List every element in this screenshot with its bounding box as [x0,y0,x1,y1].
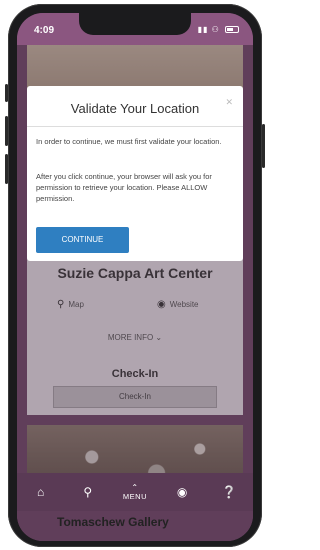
modal-paragraph-2: After you click continue, your browser w… [36,172,212,203]
close-icon[interactable]: ✕ [225,97,233,108]
status-bar: 4:09 ▮▮ ⚇ [17,13,253,45]
status-time: 4:09 [34,25,55,36]
home-icon[interactable]: ⌂ [22,485,60,499]
continue-button[interactable]: CONTINUE [36,227,129,253]
chevron-up-icon: ⌃ [131,483,139,492]
location-modal: Validate Your Location ✕ In order to con… [27,86,243,261]
volume-down-button [5,154,8,184]
phone-screen: 4:09 ▮▮ ⚇ Suzie Cappa Art Center ⚲ Map ◉ W… [17,13,253,541]
bottom-nav: ⌂ ⚲ ⌃ MENU ◉ ❔ [17,473,253,511]
modal-paragraph-1: In order to continue, we must first vali… [36,137,222,146]
signal-wifi-icon: ▮▮ ⚇ [197,25,220,34]
volume-up-button [5,116,8,146]
next-venue-title: Tomaschew Gallery [57,515,169,529]
page-content: Suzie Cappa Art Center ⚲ Map ◉ Website MOR… [17,45,253,541]
power-button [262,124,265,168]
location-pin-icon[interactable]: ⚲ [69,485,107,499]
battery-icon [225,26,239,34]
status-icons: ▮▮ ⚇ [198,25,239,34]
modal-divider [27,126,243,127]
help-icon[interactable]: ❔ [210,485,248,499]
mute-switch [5,84,8,102]
menu-label: MENU [122,492,148,501]
modal-title: Validate Your Location [70,101,200,116]
menu-button[interactable]: ⌃ MENU [116,483,154,501]
globe-icon[interactable]: ◉ [163,485,201,499]
notch [79,13,191,35]
